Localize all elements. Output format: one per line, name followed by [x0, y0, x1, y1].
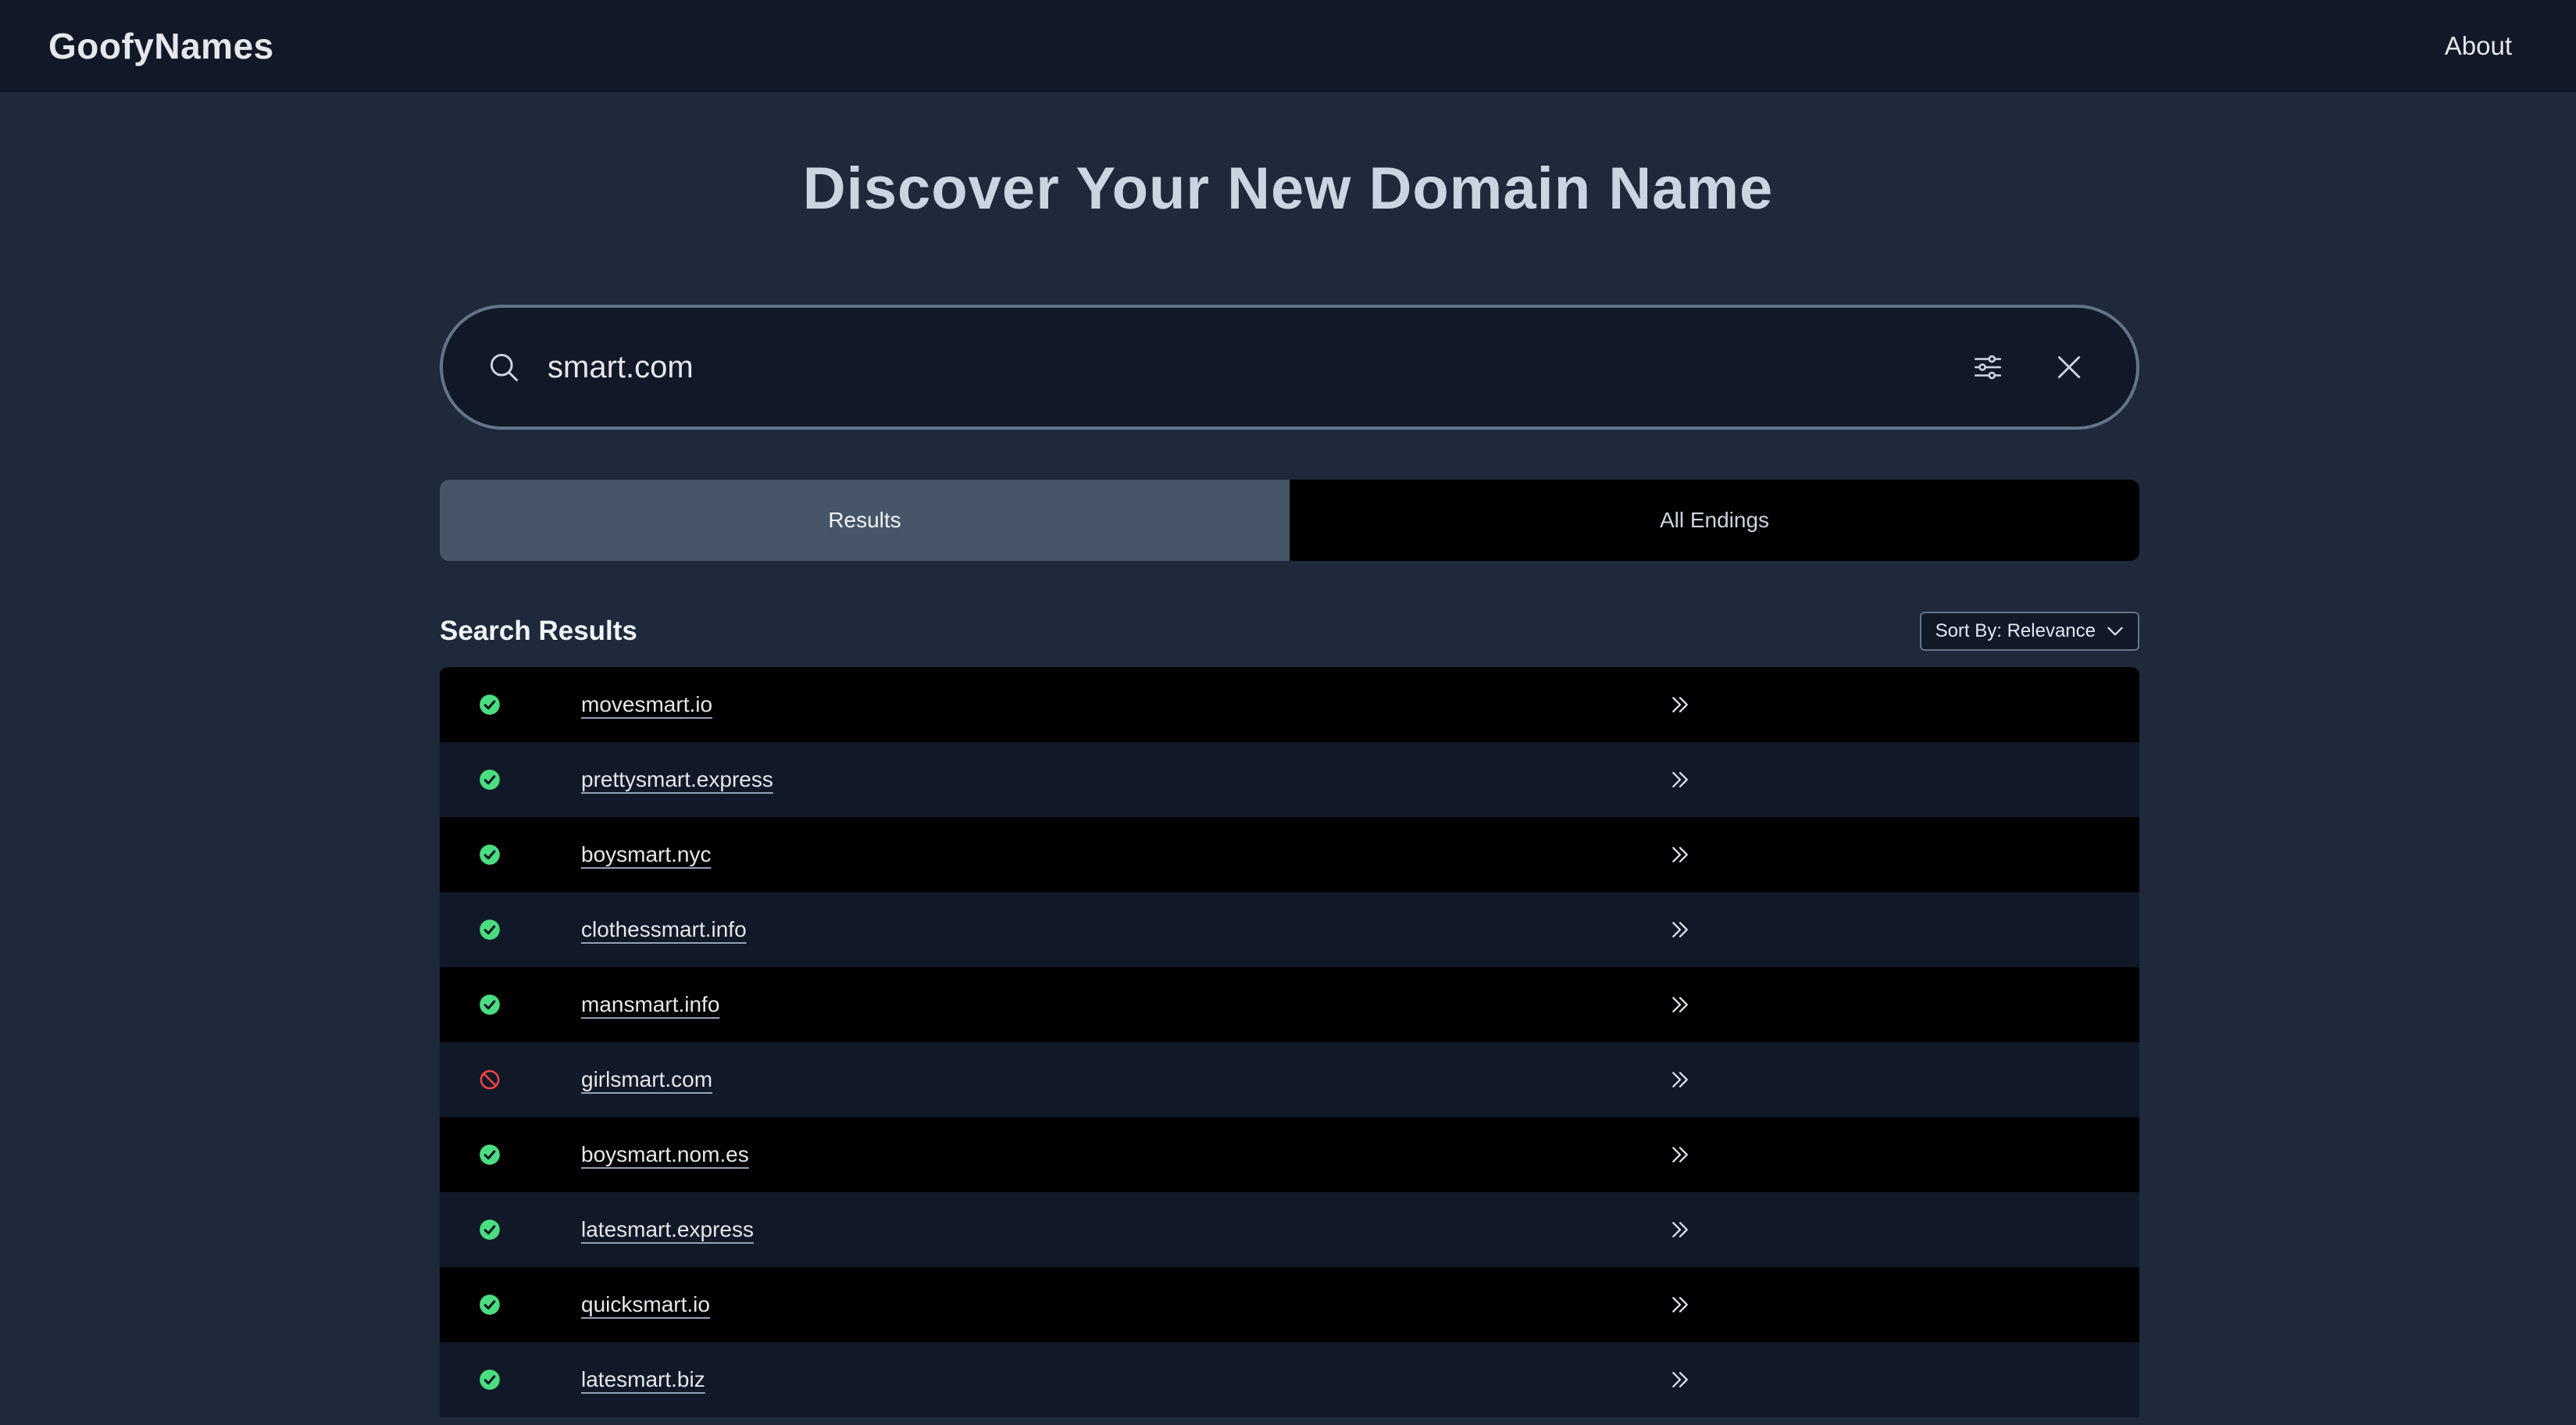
- table-row[interactable]: boysmart.nyc: [440, 817, 2139, 892]
- top-nav-bar: GoofyNames About: [0, 0, 2576, 92]
- domain-link[interactable]: boysmart.nyc: [581, 842, 712, 867]
- table-row[interactable]: mansmart.info: [440, 967, 2139, 1042]
- double-chevron-right-icon[interactable]: [1666, 1066, 1694, 1094]
- check-circle-icon: [479, 1369, 501, 1391]
- logo[interactable]: GoofyNames: [48, 25, 274, 67]
- double-chevron-right-icon[interactable]: [1666, 1141, 1694, 1169]
- check-circle-icon: [479, 994, 501, 1016]
- double-chevron-right-icon[interactable]: [1666, 1366, 1694, 1394]
- domain-link[interactable]: movesmart.io: [581, 692, 712, 717]
- tab-results[interactable]: Results: [440, 480, 1290, 561]
- chevron-down-icon: [2107, 627, 2123, 636]
- check-circle-icon: [479, 844, 501, 866]
- check-circle-icon: [479, 919, 501, 941]
- check-circle-icon: [479, 694, 501, 716]
- domain-link[interactable]: latesmart.express: [581, 1217, 754, 1242]
- close-icon: [2057, 355, 2081, 379]
- results-tabs: Results All Endings: [440, 480, 2139, 561]
- results-header: Search Results Sort By: Relevance: [440, 609, 2139, 653]
- sliders-icon: [1974, 355, 2002, 380]
- tab-all-endings[interactable]: All Endings: [1290, 480, 2139, 561]
- clear-search-button[interactable]: [2046, 344, 2093, 391]
- domain-link[interactable]: girlsmart.com: [581, 1067, 712, 1092]
- filter-button[interactable]: [1964, 344, 2011, 391]
- double-chevron-right-icon[interactable]: [1666, 766, 1694, 794]
- double-chevron-right-icon[interactable]: [1666, 691, 1694, 719]
- domain-link[interactable]: quicksmart.io: [581, 1292, 710, 1317]
- domain-link[interactable]: clothessmart.info: [581, 917, 747, 942]
- results-title: Search Results: [440, 616, 637, 646]
- double-chevron-right-icon[interactable]: [1666, 841, 1694, 869]
- table-row[interactable]: clothessmart.info: [440, 892, 2139, 967]
- double-chevron-right-icon[interactable]: [1666, 1216, 1694, 1244]
- ban-icon: [479, 1069, 501, 1091]
- domain-link[interactable]: mansmart.info: [581, 992, 719, 1017]
- table-row[interactable]: girlsmart.com: [440, 1042, 2139, 1117]
- double-chevron-right-icon[interactable]: [1666, 1291, 1694, 1319]
- search-input[interactable]: [548, 349, 1964, 385]
- table-row[interactable]: latesmart.biz: [440, 1342, 2139, 1417]
- table-row[interactable]: prettysmart.express: [440, 742, 2139, 817]
- check-circle-icon: [479, 769, 501, 791]
- table-row[interactable]: quicksmart.io: [440, 1267, 2139, 1342]
- about-link[interactable]: About: [2445, 31, 2512, 61]
- domain-link[interactable]: boysmart.nom.es: [581, 1142, 749, 1167]
- double-chevron-right-icon[interactable]: [1666, 991, 1694, 1019]
- domain-link[interactable]: latesmart.biz: [581, 1367, 705, 1392]
- domain-link[interactable]: prettysmart.express: [581, 767, 773, 792]
- check-circle-icon: [479, 1144, 501, 1166]
- page-title: Discover Your New Domain Name: [802, 155, 1774, 222]
- sort-dropdown[interactable]: Sort By: Relevance: [1919, 612, 2139, 651]
- double-chevron-right-icon[interactable]: [1666, 916, 1694, 944]
- check-circle-icon: [479, 1294, 501, 1316]
- table-row[interactable]: boysmart.nom.es: [440, 1117, 2139, 1192]
- search-bar: [440, 305, 2139, 430]
- table-row[interactable]: movesmart.io: [440, 667, 2139, 742]
- search-icon: [482, 345, 526, 389]
- results-list: movesmart.io prettysmart.express boysmart.…: [440, 667, 2139, 1417]
- check-circle-icon: [479, 1219, 501, 1241]
- sort-label: Sort By: Relevance: [1935, 620, 2096, 641]
- table-row[interactable]: latesmart.express: [440, 1192, 2139, 1267]
